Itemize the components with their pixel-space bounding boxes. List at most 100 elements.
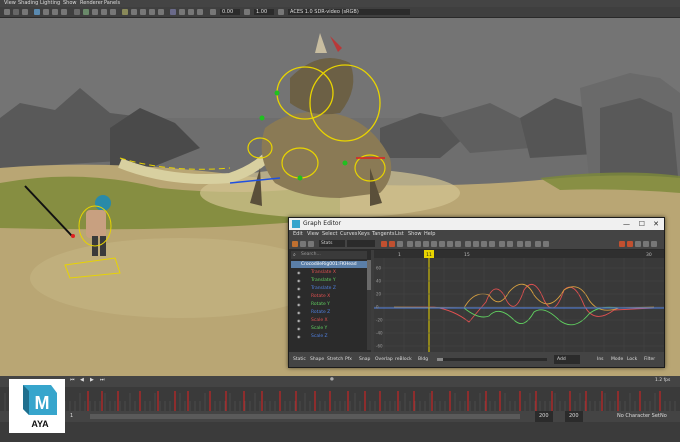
stretch-button[interactable]: Stretch	[327, 355, 343, 364]
channel-visibility-icon[interactable]: ◉	[297, 317, 301, 324]
outliner-scrollbar-thumb[interactable]	[367, 260, 371, 290]
outliner-channel-row[interactable]: ◉ Scale Z	[291, 333, 369, 340]
film-gate-icon[interactable]	[43, 9, 49, 15]
ins-button[interactable]: Ins	[597, 355, 604, 364]
post-infinity-icon[interactable]	[525, 241, 531, 247]
clamped-tangent-icon[interactable]	[423, 241, 429, 247]
range-slider-bar[interactable]	[90, 414, 520, 419]
character-set-field[interactable]: No Character Set	[617, 411, 660, 422]
insert-key-icon[interactable]	[300, 241, 306, 247]
channel-visibility-icon[interactable]: ◉	[297, 285, 301, 292]
overlap-button[interactable]: Overlap	[375, 355, 393, 364]
gamma-icon[interactable]	[244, 9, 250, 15]
snap-button[interactable]: Snap	[359, 355, 370, 364]
step-back-icon[interactable]: ◀	[80, 377, 84, 383]
ge-menu-edit[interactable]: Edit	[293, 230, 303, 239]
graph-editor-titlebar[interactable]: Graph Editor — ☐ ✕	[289, 218, 664, 230]
maximize-icon[interactable]: ☐	[639, 218, 645, 230]
trax-editor-icon[interactable]	[627, 241, 633, 247]
filter-button[interactable]: Filter	[644, 355, 655, 364]
denormalize-icon[interactable]	[543, 241, 549, 247]
graph-settings-icon[interactable]	[651, 241, 657, 247]
break-tangents-icon[interactable]	[465, 241, 471, 247]
reblock-button[interactable]: reBlock	[395, 355, 412, 364]
auto-tangent-icon[interactable]	[407, 241, 413, 247]
smooth-shade-icon[interactable]	[83, 9, 89, 15]
channel-visibility-icon[interactable]: ◉	[297, 277, 301, 284]
plateau-tangent-icon[interactable]	[455, 241, 461, 247]
flat-tangent-icon[interactable]	[439, 241, 445, 247]
textured-icon[interactable]	[110, 9, 116, 15]
channel-visibility-icon[interactable]: ◉	[297, 333, 301, 340]
ge-menu-select[interactable]: Select	[322, 230, 337, 239]
blend-slider[interactable]	[437, 358, 547, 361]
lattice-icon[interactable]	[308, 241, 314, 247]
channel-visibility-icon[interactable]: ◉	[297, 269, 301, 276]
last-frame-icon[interactable]: ⏭	[100, 377, 105, 383]
play-icon[interactable]: ▶	[90, 377, 94, 383]
stats-field[interactable]: Stats	[319, 240, 345, 247]
pfx-button[interactable]: Pfx	[345, 355, 352, 364]
frame-playback-icon[interactable]	[397, 241, 403, 247]
outliner-channel-row[interactable]: ◉ Translate Y	[291, 277, 369, 284]
shadows-icon[interactable]	[131, 9, 137, 15]
exposure-icon[interactable]	[210, 9, 216, 15]
frame-all-icon[interactable]	[381, 241, 387, 247]
normalize-icon[interactable]	[535, 241, 541, 247]
outliner-search-field[interactable]: Search...	[291, 251, 367, 259]
spline-tangent-icon[interactable]	[415, 241, 421, 247]
graph-editor-window[interactable]: Graph Editor — ☐ ✕ Edit View Select Curv…	[288, 217, 665, 368]
xray-joints-icon[interactable]	[188, 9, 194, 15]
ge-menu-view[interactable]: View	[307, 230, 319, 239]
wireframe-icon[interactable]	[74, 9, 80, 15]
step-tangent-icon[interactable]	[447, 241, 453, 247]
outliner-root-node[interactable]: CrocodileRig001:FKHead	[291, 261, 369, 268]
motion-blur-icon[interactable]	[149, 9, 155, 15]
anim-end-field[interactable]: 200	[565, 411, 583, 422]
outliner-channel-row[interactable]: ◉ Translate Z	[291, 285, 369, 292]
ambient-occlusion-icon[interactable]	[140, 9, 146, 15]
time-editor-icon[interactable]	[635, 241, 641, 247]
ge-menu-tangents[interactable]: Tangents	[372, 230, 394, 239]
wireframe-on-shaded-icon[interactable]	[101, 9, 107, 15]
menu-panels[interactable]: Panels	[104, 0, 120, 7]
ge-menu-show[interactable]: Show	[408, 230, 422, 239]
bldg-button[interactable]: Bldg	[418, 355, 428, 364]
minimize-icon[interactable]: —	[623, 218, 630, 230]
isolate-select-icon[interactable]	[170, 9, 176, 15]
unify-tangents-icon[interactable]	[473, 241, 479, 247]
static-button[interactable]: Static	[293, 355, 306, 364]
view-transform-dropdown[interactable]: ACES 1.0 SDR-video (sRGB)	[288, 9, 410, 15]
exposure-field[interactable]: 0.00	[220, 9, 240, 15]
lights-icon[interactable]	[122, 9, 128, 15]
swap-buffer-icon[interactable]	[507, 241, 513, 247]
add-mode-dropdown[interactable]: Add	[554, 355, 580, 364]
menu-renderer[interactable]: Renderer	[80, 0, 103, 7]
stats-value-field[interactable]	[347, 240, 375, 247]
xray-icon[interactable]	[179, 9, 185, 15]
curve-filter-icon[interactable]	[643, 241, 649, 247]
outliner-channel-row[interactable]: ◉ Rotate Y	[291, 301, 369, 308]
graph-editor-graph-area[interactable]: 11 1 15 30 6040200-20-40-60	[374, 250, 664, 352]
outliner-channel-row[interactable]: ◉ Scale Y	[291, 325, 369, 332]
time-slider[interactable]	[0, 387, 680, 411]
ge-menu-keys[interactable]: Keys	[358, 230, 370, 239]
xray-components-icon[interactable]	[197, 9, 203, 15]
ge-menu-list[interactable]: List	[395, 230, 404, 239]
channel-visibility-icon[interactable]: ◉	[297, 325, 301, 332]
ge-menu-help[interactable]: Help	[424, 230, 435, 239]
menu-view[interactable]: View	[4, 0, 16, 7]
bookmark-icon[interactable]	[22, 9, 28, 15]
outliner-channel-row[interactable]: ◉ Scale X	[291, 317, 369, 324]
move-key-icon[interactable]	[292, 241, 298, 247]
channel-visibility-icon[interactable]: ◉	[297, 309, 301, 316]
first-frame-icon[interactable]: ⏮	[70, 377, 75, 383]
frame-selection-icon[interactable]	[389, 241, 395, 247]
menu-shading[interactable]: Shading	[18, 0, 38, 7]
select-camera-icon[interactable]	[13, 9, 19, 15]
blend-slider-handle[interactable]	[437, 358, 443, 361]
resolution-gate-icon[interactable]	[52, 9, 58, 15]
menu-lighting[interactable]: Lighting	[40, 0, 60, 7]
range-slider[interactable]: 1 200 200 No Character Set No Anim	[0, 411, 680, 430]
linear-tangent-icon[interactable]	[431, 241, 437, 247]
